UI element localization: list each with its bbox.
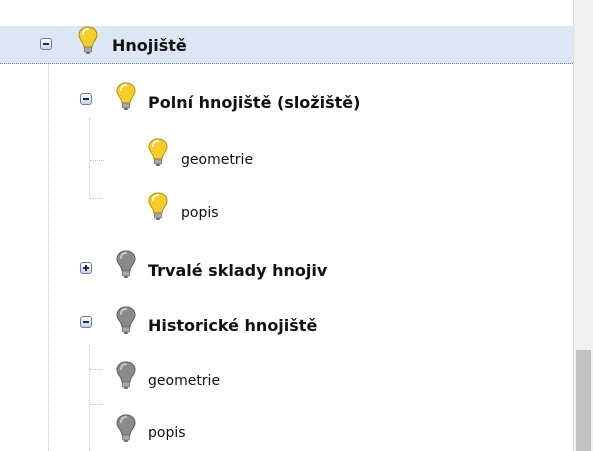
tree-node-label[interactable]: Historické hnojiště (148, 316, 317, 335)
lightbulb-on-icon[interactable] (116, 81, 136, 111)
lightbulb-on-icon[interactable] (78, 25, 98, 55)
lightbulb-on-icon[interactable] (148, 137, 168, 167)
tree-node-label[interactable]: Hnojiště (112, 36, 187, 55)
tree-node-geometrie[interactable] (0, 140, 573, 178)
tree-node-label[interactable]: popis (148, 425, 186, 441)
tree-node-label[interactable]: geometrie (148, 373, 220, 389)
tree-node-label[interactable]: popis (181, 205, 219, 221)
tree-node-geometrie[interactable] (0, 350, 573, 388)
vertical-scrollbar[interactable] (573, 0, 593, 451)
lightbulb-off-icon[interactable] (116, 305, 136, 335)
tree-node-label[interactable]: Polní hnojiště (složiště) (148, 93, 360, 112)
minus-toggle-icon[interactable] (80, 93, 92, 105)
tree-node-label[interactable]: Trvalé sklady hnojiv (148, 261, 327, 280)
lightbulb-off-icon[interactable] (116, 360, 136, 390)
plus-toggle-icon[interactable] (80, 262, 92, 274)
minus-toggle-icon[interactable] (80, 316, 92, 328)
scrollbar-thumb[interactable] (576, 350, 591, 451)
lightbulb-on-icon[interactable] (148, 191, 168, 221)
tree-node-label[interactable]: geometrie (181, 152, 253, 168)
lightbulb-off-icon[interactable] (116, 249, 136, 279)
minus-toggle-icon[interactable] (40, 38, 52, 50)
lightbulb-off-icon[interactable] (116, 413, 136, 443)
tree-node-popis[interactable] (0, 180, 573, 218)
layer-tree-panel: Hnojiště Polní hnojiště (složiště) geome… (0, 0, 593, 451)
tree-node-popis[interactable] (0, 400, 573, 438)
